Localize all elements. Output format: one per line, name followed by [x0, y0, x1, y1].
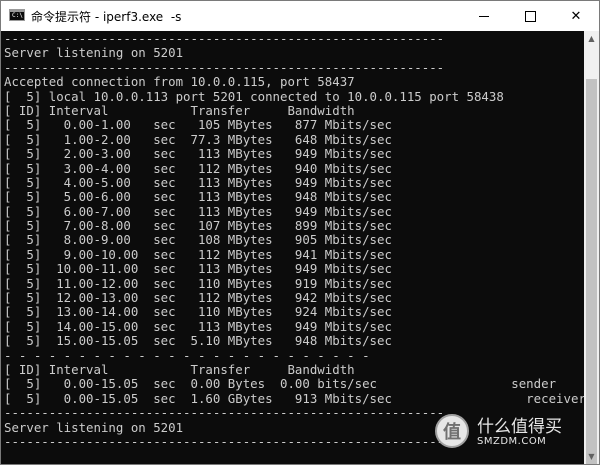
console-line: [ 5] 15.00-15.05 sec 5.10 MBytes 948 Mbi… [4, 333, 392, 349]
watermark-text: 什么值得买 [477, 417, 562, 437]
console-line: [ 5] 12.00-13.00 sec 112 MBytes 942 Mbit… [4, 290, 392, 306]
console-line: Accepted connection from 10.0.0.115, por… [4, 74, 355, 90]
console-line: [ 5] 3.00-4.00 sec 112 MBytes 940 Mbits/… [4, 160, 392, 176]
console-line: [ 5] 10.00-11.00 sec 113 MBytes 949 Mbit… [4, 261, 392, 277]
close-button[interactable]: ✕ [553, 1, 599, 31]
console-line: [ 5] 8.00-9.00 sec 108 MBytes 905 Mbits/… [4, 232, 392, 248]
scroll-up-icon[interactable]: ▲ [584, 31, 599, 46]
console-line: [ 5] 0.00-15.05 sec 1.60 GBytes 913 Mbit… [4, 390, 584, 406]
window-title: 命令提示符 - iperf3.exe -s [31, 10, 182, 24]
console-line: [ 5] 4.00-5.00 sec 113 MBytes 949 Mbits/… [4, 174, 392, 190]
minimize-icon [479, 15, 489, 17]
console-line: [ 5] local 10.0.0.113 port 5201 connecte… [4, 88, 504, 104]
maximize-button[interactable] [507, 1, 553, 31]
watermark-subtext: SMZDM.COM [477, 436, 547, 447]
console-line: Server listening on 5201 [4, 45, 184, 61]
console-line: [ 5] 5.00-6.00 sec 113 MBytes 948 Mbits/… [4, 189, 392, 205]
console-line: [ 5] 6.00-7.00 sec 113 MBytes 949 Mbits/… [4, 203, 392, 219]
console-line: - - - - - - - - - - - - - - - - - - - - … [4, 347, 370, 363]
console-lines: ----------------------------------------… [4, 31, 584, 449]
vertical-scrollbar[interactable]: ▲ ▼ [584, 31, 599, 464]
console-line: [ ID] Interval Transfer Bandwidth [4, 361, 355, 377]
console-line: [ 5] 2.00-3.00 sec 113 MBytes 949 Mbits/… [4, 146, 392, 162]
console-line: ----------------------------------------… [4, 59, 445, 75]
close-icon: ✕ [570, 8, 582, 24]
console-output[interactable]: ----------------------------------------… [1, 31, 584, 464]
watermark: 值 什么值得买 SMZDM.COM [435, 410, 575, 454]
console-line: [ 5] 11.00-12.00 sec 110 MBytes 919 Mbit… [4, 275, 392, 291]
console-line: [ 5] 7.00-8.00 sec 107 MBytes 899 Mbits/… [4, 218, 392, 234]
console-line: [ 5] 13.00-14.00 sec 110 MBytes 924 Mbit… [4, 304, 392, 320]
title-bar[interactable]: C:\ 命令提示符 - iperf3.exe -s ✕ [1, 1, 599, 31]
watermark-logo-icon: 值 [435, 414, 469, 448]
scroll-down-icon[interactable]: ▼ [584, 449, 599, 464]
console-window: C:\ 命令提示符 - iperf3.exe -s ✕ ------------… [0, 0, 600, 465]
console-line: [ ID] Interval Transfer Bandwidth [4, 102, 355, 118]
console-line: ----------------------------------------… [4, 31, 445, 46]
console-line: [ 5] 1.00-2.00 sec 77.3 MBytes 648 Mbits… [4, 131, 392, 147]
command-prompt-icon[interactable]: C:\ [9, 9, 25, 21]
icon-label: C:\ [12, 12, 23, 19]
console-line: [ 5] 0.00-15.05 sec 0.00 Bytes 0.00 bits… [4, 376, 557, 392]
minimize-button[interactable] [461, 1, 507, 31]
console-line: [ 5] 0.00-1.00 sec 105 MBytes 877 Mbits/… [4, 117, 392, 133]
scrollbar-thumb[interactable] [586, 79, 597, 464]
console-line: [ 5] 14.00-15.00 sec 113 MBytes 949 Mbit… [4, 318, 392, 334]
maximize-icon [524, 10, 536, 22]
console-line: [ 5] 9.00-10.00 sec 112 MBytes 941 Mbits… [4, 246, 392, 262]
